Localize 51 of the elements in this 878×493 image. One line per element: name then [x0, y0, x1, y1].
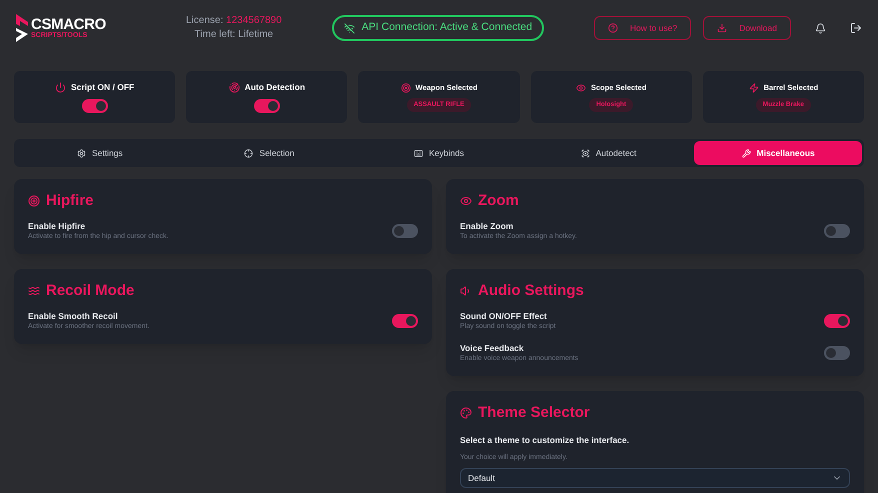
wrench-icon [742, 148, 751, 158]
toggle-switch[interactable] [824, 224, 850, 238]
tab[interactable]: Autodetect [524, 141, 692, 165]
api-status-badge: API Connection: Active & Connected [332, 15, 544, 41]
keyboard-icon [414, 148, 423, 158]
status-label: Auto Detection [244, 81, 306, 94]
settings-icon [76, 148, 86, 158]
speaker-icon [460, 284, 472, 296]
section-title: Audio Settings [478, 283, 584, 298]
theme-description: Select a theme to customize the interface. [460, 434, 630, 447]
toggle-switch[interactable] [392, 314, 418, 328]
tab[interactable]: Settings [16, 141, 184, 165]
section-title: Theme Selector [478, 405, 590, 420]
setting-label: Voice Feedback [460, 342, 525, 354]
section-title: Zoom [478, 193, 519, 208]
toggle-switch[interactable] [824, 346, 850, 360]
setting-label: Enable Smooth Recoil [28, 310, 119, 322]
target-icon [28, 194, 40, 206]
toggle-switch[interactable] [392, 224, 418, 238]
download-icon [717, 23, 728, 33]
time-left-text: Time left: Lifetime [194, 28, 274, 42]
bell-icon[interactable] [815, 22, 826, 34]
scan-icon [580, 148, 590, 158]
section-title: Recoil Mode [46, 283, 134, 298]
tab[interactable]: Keybinds [355, 141, 523, 165]
crosshair-icon [244, 148, 254, 158]
section-title: Hipfire [46, 193, 94, 208]
logo-title: CSMACRO [31, 17, 106, 32]
help-icon [608, 23, 618, 33]
toggle-switch[interactable] [254, 98, 280, 113]
eye-icon [576, 82, 586, 93]
setting-label: Enable Zoom [460, 220, 514, 232]
toggle-switch[interactable] [824, 314, 850, 328]
radar-icon [228, 82, 240, 93]
toggle-switch[interactable] [82, 98, 108, 113]
logo-mark-icon [14, 12, 30, 44]
palette-icon [460, 406, 472, 418]
waves-icon [28, 284, 40, 296]
lightning-icon [748, 82, 759, 93]
setting-label: Enable Hipfire [28, 220, 86, 232]
target-icon [400, 82, 410, 93]
logout-icon[interactable] [850, 22, 862, 34]
tab[interactable]: Miscellaneous [694, 141, 862, 165]
wifi-off-icon [344, 22, 355, 34]
tab[interactable]: Selection [186, 141, 354, 165]
eye-icon [460, 194, 472, 206]
theme-select[interactable]: Default [460, 468, 850, 488]
power-icon [54, 82, 66, 93]
status-label: Script ON / OFF [70, 81, 134, 94]
license-text: License: 1234567890 [186, 14, 282, 28]
setting-label: Sound ON/OFF Effect [460, 310, 548, 322]
